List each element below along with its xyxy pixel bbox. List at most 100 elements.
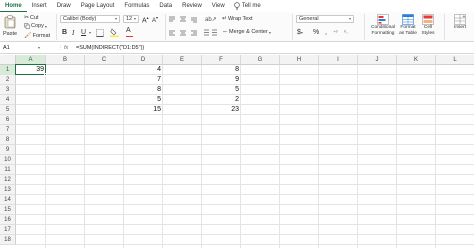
fx-icon[interactable]: fx bbox=[64, 44, 68, 52]
fill-color-icon[interactable] bbox=[110, 28, 119, 39]
underline-button[interactable]: U bbox=[81, 29, 86, 36]
font-color-icon[interactable]: A bbox=[126, 27, 133, 38]
percent-button[interactable]: % bbox=[313, 29, 319, 36]
comma-button[interactable]: , bbox=[325, 29, 327, 36]
cell-f2[interactable]: 9 bbox=[202, 75, 241, 85]
conditional-formatting-button[interactable]: Conditional Formatting bbox=[370, 14, 396, 36]
tab-formulas[interactable]: Formulas bbox=[119, 0, 154, 12]
column-header-g[interactable]: G bbox=[241, 55, 280, 65]
gridline bbox=[16, 174, 474, 175]
row-header-10[interactable]: 10 bbox=[0, 155, 16, 165]
gridline bbox=[16, 234, 474, 235]
column-header-f[interactable]: F bbox=[202, 55, 241, 65]
column-header-c[interactable]: C bbox=[85, 55, 124, 65]
tell-me-search[interactable]: Tell me bbox=[240, 0, 266, 12]
tab-home[interactable]: Home bbox=[0, 0, 27, 12]
column-header-e[interactable]: E bbox=[163, 55, 202, 65]
merge-icon: ⇔ bbox=[222, 29, 228, 35]
ribbon-tab-bar: Home Insert Draw Page Layout Formulas Da… bbox=[0, 0, 474, 12]
tab-draw[interactable]: Draw bbox=[52, 0, 76, 12]
table-icon bbox=[402, 14, 414, 25]
tab-review[interactable]: Review bbox=[177, 0, 207, 12]
row-header-18[interactable]: 18 bbox=[0, 235, 16, 245]
currency-button[interactable]: $▾ bbox=[297, 29, 303, 36]
font-size-dropdown[interactable]: 12 ▾ bbox=[123, 15, 139, 23]
column-header-l[interactable]: L bbox=[436, 55, 474, 65]
row-header-7[interactable]: 7 bbox=[0, 125, 16, 135]
cell-f3[interactable]: 5 bbox=[202, 85, 241, 95]
wrap-text-button[interactable]: ↵ Wrap Text bbox=[222, 15, 253, 23]
format-painter-button[interactable]: 🖌 Format bbox=[24, 32, 50, 40]
format-as-table-button[interactable]: Format as Table bbox=[398, 14, 418, 36]
chevron-down-icon[interactable]: ▾ bbox=[89, 30, 91, 35]
svg-text:+: + bbox=[463, 14, 466, 20]
row-header-16[interactable]: 16 bbox=[0, 215, 16, 225]
cell-d4[interactable]: 5 bbox=[124, 95, 163, 105]
row-header-17[interactable]: 17 bbox=[0, 225, 16, 235]
align-left-icon[interactable] bbox=[169, 30, 199, 39]
cell-styles-button[interactable]: Cell Styles bbox=[420, 14, 436, 36]
font-name-dropdown[interactable]: Calibri (Body) ▾ bbox=[60, 15, 120, 23]
paste-button[interactable]: Paste bbox=[3, 14, 17, 40]
row-header-2[interactable]: 2 bbox=[0, 75, 16, 85]
cell-f4[interactable]: 2 bbox=[202, 95, 241, 105]
row-header-8[interactable]: 8 bbox=[0, 135, 16, 145]
row-header-14[interactable]: 14 bbox=[0, 195, 16, 205]
merge-center-label: Merge & Center bbox=[229, 29, 268, 35]
insert-cells-button[interactable]: + Insert bbox=[450, 14, 470, 31]
cell-d3[interactable]: 8 bbox=[124, 85, 163, 95]
fill-handle[interactable] bbox=[44, 73, 47, 76]
row-header-13[interactable]: 13 bbox=[0, 185, 16, 195]
row-header-9[interactable]: 9 bbox=[0, 145, 16, 155]
tab-view[interactable]: View bbox=[207, 0, 230, 12]
gridline bbox=[357, 65, 358, 248]
chevron-down-icon: ▾ bbox=[114, 16, 117, 21]
row-header-11[interactable]: 11 bbox=[0, 165, 16, 175]
increase-font-size-button[interactable]: A▴ bbox=[142, 15, 149, 24]
ribbon: Paste ✂ Cut Copy ▾ 🖌 Format Calibri (Bod… bbox=[0, 12, 474, 42]
chevron-down-icon[interactable]: ▾ bbox=[38, 44, 40, 52]
column-header-h[interactable]: H bbox=[280, 55, 319, 65]
spreadsheet-grid: A B C D E F G H I J K L 1 2 3 4 5 6 7 8 9 10 11 12 13 14 15 16 17 18 3… bbox=[0, 55, 474, 248]
cell-f5[interactable]: 23 bbox=[202, 105, 241, 115]
formula-input[interactable]: =SUM(INDIRECT("D1:D5")) bbox=[76, 44, 144, 52]
select-all-corner[interactable] bbox=[0, 55, 16, 65]
gridline bbox=[16, 104, 474, 105]
merge-center-button[interactable]: ⇔ Merge & Center ▾ bbox=[222, 29, 271, 35]
name-box[interactable]: A1 bbox=[2, 44, 42, 52]
cell-f1[interactable]: 8 bbox=[202, 65, 241, 75]
row-header-6[interactable]: 6 bbox=[0, 115, 16, 125]
number-format-dropdown[interactable]: General ▾ bbox=[296, 15, 354, 23]
row-header-12[interactable]: 12 bbox=[0, 175, 16, 185]
cut-button[interactable]: ✂ Cut bbox=[24, 14, 39, 22]
row-header-1[interactable]: 1 bbox=[0, 65, 16, 75]
cell-d5[interactable]: 15 bbox=[124, 105, 163, 115]
column-header-d[interactable]: D bbox=[124, 55, 163, 65]
cell-d2[interactable]: 7 bbox=[124, 75, 163, 85]
align-top-icon[interactable] bbox=[169, 16, 199, 25]
column-header-b[interactable]: B bbox=[46, 55, 85, 65]
borders-icon[interactable] bbox=[96, 29, 104, 39]
tab-page-layout[interactable]: Page Layout bbox=[76, 0, 120, 12]
column-header-i[interactable]: I bbox=[319, 55, 358, 65]
orientation-icon[interactable]: ab↗ bbox=[205, 16, 217, 23]
column-header-j[interactable]: J bbox=[358, 55, 397, 65]
decrease-font-size-button[interactable]: A▾ bbox=[152, 15, 158, 24]
row-header-4[interactable]: 4 bbox=[0, 95, 16, 105]
increase-decimal-icon[interactable]: ⁺⁰ bbox=[333, 30, 338, 36]
row-header-3[interactable]: 3 bbox=[0, 85, 16, 95]
gridline bbox=[16, 224, 474, 225]
row-header-5[interactable]: 5 bbox=[0, 105, 16, 115]
italic-button[interactable]: I bbox=[72, 29, 74, 37]
column-header-k[interactable]: K bbox=[397, 55, 436, 65]
tab-data[interactable]: Data bbox=[154, 0, 177, 12]
row-header-15[interactable]: 15 bbox=[0, 205, 16, 215]
cut-label: Cut bbox=[30, 14, 39, 21]
tab-insert[interactable]: Insert bbox=[27, 0, 52, 12]
decrease-decimal-icon[interactable]: ⁰₋ bbox=[344, 30, 349, 36]
indent-icon[interactable] bbox=[204, 29, 218, 38]
copy-button[interactable]: Copy ▾ bbox=[24, 23, 47, 29]
gridline bbox=[279, 65, 280, 248]
bold-button[interactable]: B bbox=[62, 29, 67, 36]
cell-d1[interactable]: 4 bbox=[124, 65, 163, 75]
